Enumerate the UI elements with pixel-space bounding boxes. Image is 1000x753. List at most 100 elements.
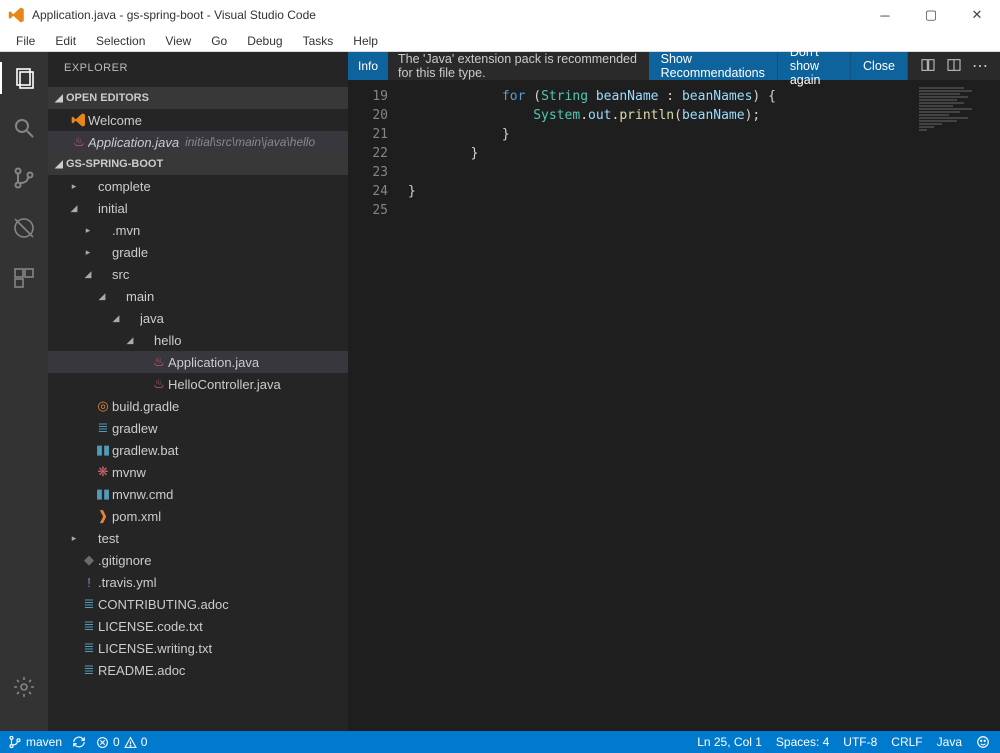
tree-file[interactable]: ◆.gitignore <box>48 549 348 571</box>
file-icon <box>70 112 88 128</box>
tree-folder[interactable]: ◢main <box>48 285 348 307</box>
open-editor-label: Application.java <box>88 135 179 150</box>
notification-bar: Info The 'Java' extension pack is recomm… <box>348 52 1000 81</box>
code-editor[interactable]: 19202122232425 for (String beanName : be… <box>348 81 1000 731</box>
tree-item-label: gradle <box>112 245 148 260</box>
tree-file[interactable]: ≣README.adoc <box>48 659 348 681</box>
status-cursor[interactable]: Ln 25, Col 1 <box>697 735 762 749</box>
status-branch[interactable]: maven <box>8 735 62 749</box>
activity-git-icon[interactable] <box>0 162 48 194</box>
status-sync-icon[interactable] <box>72 735 86 749</box>
code-lines[interactable]: for (String beanName : beanNames) { Syst… <box>408 81 1000 731</box>
activity-explorer-icon[interactable] <box>0 62 48 94</box>
tree-file[interactable]: ❋mvnw <box>48 461 348 483</box>
tree-folder[interactable]: ▸complete <box>48 175 348 197</box>
tree-item-label: pom.xml <box>112 509 161 524</box>
activity-search-icon[interactable] <box>0 112 48 144</box>
tree-folder[interactable]: ▸ gradle <box>48 241 348 263</box>
status-eol[interactable]: CRLF <box>891 735 922 749</box>
window-close-button[interactable]: ✕ <box>954 0 1000 30</box>
notification-action-button[interactable]: Close <box>851 52 908 80</box>
menu-tasks[interactable]: Tasks <box>295 32 342 50</box>
tree-file[interactable]: !.travis.yml <box>48 571 348 593</box>
twistie-icon: ◢ <box>82 269 94 280</box>
tree-folder[interactable]: ◢hello <box>48 329 348 351</box>
window-minimize-button[interactable]: ─ <box>862 0 908 30</box>
file-icon: ≣ <box>80 618 98 634</box>
explorer-sidebar: EXPLORER ◢OPEN EDITORS Welcome♨Applicati… <box>48 52 348 731</box>
open-editors-label: OPEN EDITORS <box>66 92 149 104</box>
tree-file[interactable]: ≣gradlew <box>48 417 348 439</box>
menu-file[interactable]: File <box>8 32 43 50</box>
tree-file[interactable]: ♨HelloController.java <box>48 373 348 395</box>
activity-extensions-icon[interactable] <box>0 262 48 294</box>
tree-file[interactable]: ❱pom.xml <box>48 505 348 527</box>
file-icon: ♨ <box>150 376 168 392</box>
activity-settings-icon[interactable] <box>0 671 48 703</box>
tree-folder[interactable]: ◢src <box>48 263 348 285</box>
activity-bar <box>0 52 48 731</box>
line-number-gutter: 19202122232425 <box>348 81 408 731</box>
twistie-icon: ▸ <box>68 181 80 192</box>
open-editors-header[interactable]: ◢OPEN EDITORS <box>48 87 348 109</box>
status-branch-label: maven <box>26 735 62 749</box>
twistie-icon: ▸ <box>82 247 94 258</box>
menu-selection[interactable]: Selection <box>88 32 153 50</box>
menu-help[interactable]: Help <box>345 32 386 50</box>
status-problems[interactable]: 0 0 <box>96 735 147 749</box>
editor-more-icon[interactable]: ⋯ <box>972 56 988 76</box>
menu-bar: File Edit Selection View Go Debug Tasks … <box>0 30 1000 52</box>
activity-debug-icon[interactable] <box>0 212 48 244</box>
file-icon: ≣ <box>80 640 98 656</box>
tree-file[interactable]: ♨Application.java <box>48 351 348 373</box>
tree-file[interactable]: ▮▮gradlew.bat <box>48 439 348 461</box>
status-encoding[interactable]: UTF-8 <box>843 735 877 749</box>
file-icon: ◆ <box>80 552 98 568</box>
menu-view[interactable]: View <box>157 32 199 50</box>
status-bar: maven 0 0 Ln 25, Col 1 Spaces: 4 UTF-8 C… <box>0 731 1000 753</box>
window-titlebar: Application.java - gs-spring-boot - Visu… <box>0 0 1000 30</box>
workspace-header[interactable]: ◢GS-SPRING-BOOT <box>48 153 348 175</box>
tree-folder[interactable]: ◢java <box>48 307 348 329</box>
tree-item-label: java <box>140 311 164 326</box>
window-maximize-button[interactable]: ▢ <box>908 0 954 30</box>
file-icon: ! <box>80 575 98 590</box>
tree-folder[interactable]: ▸test <box>48 527 348 549</box>
editor-split-icon[interactable] <box>946 57 962 76</box>
file-icon: ❱ <box>94 508 112 524</box>
tree-folder[interactable]: ◢initial <box>48 197 348 219</box>
file-icon: ❋ <box>94 464 112 480</box>
tree-file[interactable]: ≣CONTRIBUTING.adoc <box>48 593 348 615</box>
tree-item-label: .travis.yml <box>98 575 157 590</box>
status-spaces[interactable]: Spaces: 4 <box>776 735 829 749</box>
menu-debug[interactable]: Debug <box>239 32 290 50</box>
file-icon: ≣ <box>80 662 98 678</box>
notification-action-button[interactable]: Show Recommendations <box>649 52 778 80</box>
tree-folder[interactable]: ▸.mvn <box>48 219 348 241</box>
file-icon: ≣ <box>80 596 98 612</box>
vscode-icon <box>8 6 26 24</box>
tree-item-label: HelloController.java <box>168 377 281 392</box>
tree-file[interactable]: ≣LICENSE.writing.txt <box>48 637 348 659</box>
minimap[interactable] <box>919 87 994 177</box>
tree-item-label: gradlew.bat <box>112 443 179 458</box>
editor-open-changes-icon[interactable] <box>920 57 936 76</box>
tree-item-label: CONTRIBUTING.adoc <box>98 597 229 612</box>
notification-action-button[interactable]: Don't show again <box>778 52 851 80</box>
open-editor-item[interactable]: Welcome <box>48 109 348 131</box>
menu-edit[interactable]: Edit <box>47 32 84 50</box>
tree-item-label: LICENSE.code.txt <box>98 619 203 634</box>
tree-file[interactable]: ≣LICENSE.code.txt <box>48 615 348 637</box>
open-editor-path: initial\src\main\java\hello <box>185 135 315 149</box>
tree-item-label: hello <box>154 333 181 348</box>
tree-file[interactable]: ◎build.gradle <box>48 395 348 417</box>
workspace-label: GS-SPRING-BOOT <box>66 158 163 170</box>
tree-item-label: README.adoc <box>98 663 185 678</box>
tree-item-label: main <box>126 289 154 304</box>
tree-item-label: LICENSE.writing.txt <box>98 641 212 656</box>
open-editor-item[interactable]: ♨Application.javainitial\src\main\java\h… <box>48 131 348 153</box>
tree-file[interactable]: ▮▮mvnw.cmd <box>48 483 348 505</box>
status-feedback-icon[interactable] <box>976 735 990 749</box>
status-language[interactable]: Java <box>937 735 962 749</box>
menu-go[interactable]: Go <box>203 32 235 50</box>
